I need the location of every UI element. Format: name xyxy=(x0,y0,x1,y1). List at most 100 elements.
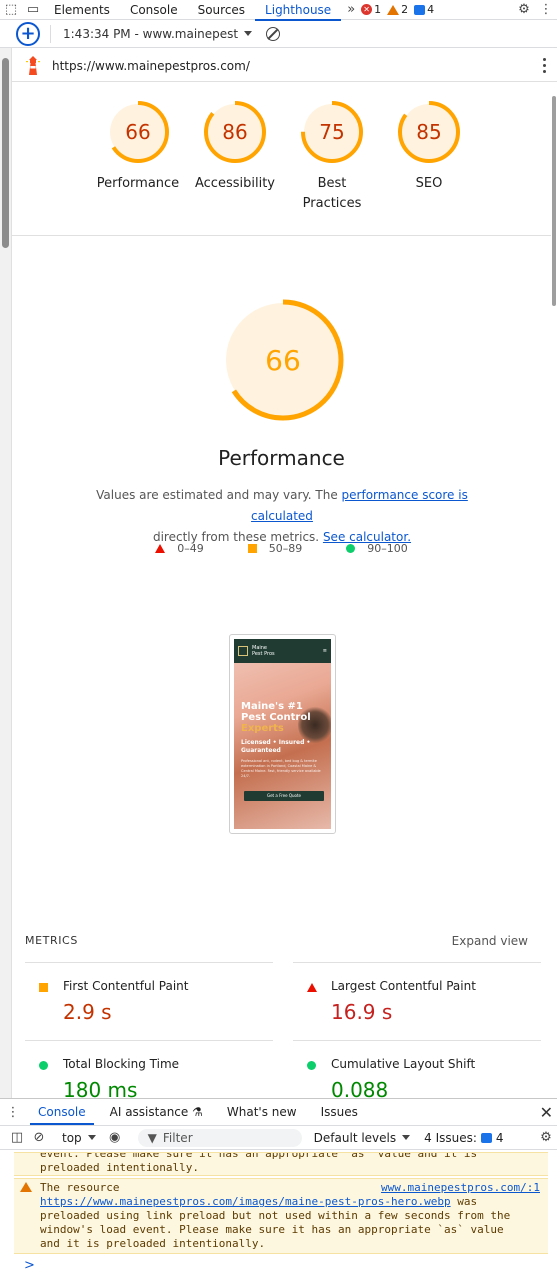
drawer-tabbar: ⋮ Console AI assistance ⚗ What's new Iss… xyxy=(0,1098,557,1126)
report-menu-icon[interactable] xyxy=(543,58,547,73)
big-performance-gauge: 66 xyxy=(222,299,344,421)
console-warning: The resource www.mainepestpros.com/:1 htt… xyxy=(14,1178,548,1254)
legend-fail: 0–49 xyxy=(155,542,204,555)
issues-counter[interactable]: 4 Issues: 4 xyxy=(424,1131,503,1145)
log-levels-select[interactable]: Default levels xyxy=(314,1131,411,1145)
new-report-button[interactable]: + xyxy=(16,21,40,46)
legend-label: 50–89 xyxy=(268,542,303,555)
settings-gear-icon[interactable]: ⚙ xyxy=(513,0,535,20)
error-icon: ✕ xyxy=(361,4,373,15)
warning-text: and it is preloaded intentionally. xyxy=(40,1237,266,1250)
report-select[interactable]: 1:43:34 PM - www.mainepest xyxy=(63,26,253,41)
drawer-tab-console[interactable]: Console xyxy=(26,1098,98,1126)
console-prompt[interactable]: > xyxy=(24,1258,35,1272)
main-scrollbar[interactable] xyxy=(551,82,557,1094)
gauge-value: 66 xyxy=(125,120,150,144)
gauge-label-line: Best xyxy=(317,176,347,191)
warning-text: The resource xyxy=(40,1181,120,1194)
context-select[interactable]: top xyxy=(62,1131,96,1145)
tab-lighthouse[interactable]: Lighthouse xyxy=(255,0,342,21)
devtools-tabbar: ⬚ ▭ Elements Console Sources Lighthouse … xyxy=(0,0,557,21)
gauge-best-practices[interactable]: 75 Best Practices xyxy=(282,100,382,214)
gauge-label: Performance xyxy=(96,176,180,191)
lighthouse-toolbar: + 1:43:34 PM - www.mainepest xyxy=(0,20,557,48)
sidebar-toggle-icon[interactable]: ◫ xyxy=(6,1128,28,1148)
metrics-header: METRICS Expand view xyxy=(25,934,541,948)
screenshot-heading: Maine's #1 Pest Control Experts xyxy=(241,701,321,734)
gauge-label: Accessibility xyxy=(195,176,275,191)
console-settings-gear-icon[interactable]: ⚙ xyxy=(535,1128,557,1148)
drawer-tab-issues[interactable]: Issues xyxy=(309,1098,370,1126)
drawer-menu-icon[interactable]: ⋮ xyxy=(0,1102,26,1122)
warning-resource-link[interactable]: https://www.mainepestpros.com/images/mai… xyxy=(40,1195,451,1208)
screenshot-subheading: Licensed • Insured • Guaranteed xyxy=(241,739,311,754)
flask-icon: ⚗ xyxy=(192,1105,203,1119)
info-count: 4 xyxy=(427,3,435,16)
inspect-element-icon[interactable]: ⬚ xyxy=(0,0,22,20)
tab-elements[interactable]: Elements xyxy=(44,0,120,20)
green-circle-icon xyxy=(307,1061,316,1070)
green-circle-icon xyxy=(346,544,356,553)
orange-square-icon xyxy=(247,544,257,553)
warning-text: window's load event. Please make sure it… xyxy=(40,1223,504,1236)
gauge-seo[interactable]: 85 SEO xyxy=(379,100,479,194)
device-toolbar-icon[interactable]: ▭ xyxy=(22,0,44,20)
console-warning-previous: event. Please make sure it has an approp… xyxy=(14,1152,548,1176)
legend-pass: 90–100 xyxy=(346,542,408,555)
more-tabs-icon[interactable]: » xyxy=(341,2,361,17)
warning-source-link[interactable]: www.mainepestpros.com/:1 xyxy=(381,1181,540,1195)
legend-label: 90–100 xyxy=(367,542,408,555)
error-count-badge[interactable]: ✕ 1 xyxy=(361,3,381,16)
console-toolbar: ◫ ⊘ top ◉ ▼ Filter Default levels 4 Issu… xyxy=(0,1126,557,1150)
info-count-badge[interactable]: 4 xyxy=(414,3,434,16)
chevron-down-icon xyxy=(402,1135,411,1140)
warning-message: event. Please make sure it has an approp… xyxy=(14,1153,548,1175)
metric-value: 16.9 s xyxy=(331,1000,393,1024)
gauge-value: 86 xyxy=(222,120,247,144)
chevron-down-icon xyxy=(244,31,253,36)
lighthouse-logo-icon xyxy=(24,55,42,76)
left-scroll-rail[interactable] xyxy=(0,48,12,1098)
toolbar-divider xyxy=(50,24,51,43)
clear-console-icon[interactable]: ⊘ xyxy=(28,1128,50,1148)
report-url[interactable]: https://www.mainepestpros.com/ xyxy=(52,59,250,73)
warning-count-badge[interactable]: 2 xyxy=(387,3,408,16)
final-screenshot[interactable]: Maine Pest Pros ≡ Maine's #1 Pest Control… xyxy=(229,634,336,834)
clear-reports-icon[interactable] xyxy=(266,26,281,41)
report-select-label: 1:43:34 PM - www.mainepest xyxy=(63,26,239,41)
hamburger-icon: ≡ xyxy=(322,648,327,654)
warning-count: 2 xyxy=(401,3,409,16)
tab-label: AI assistance xyxy=(109,1105,189,1119)
legend-average: 50–89 xyxy=(247,542,303,555)
screenshot-header: Maine Pest Pros ≡ xyxy=(234,639,331,663)
drawer-tab-whats-new[interactable]: What's new xyxy=(215,1098,309,1126)
metric-label: Cumulative Layout Shift xyxy=(331,1057,476,1071)
main-scrollbar-thumb[interactable] xyxy=(552,96,556,306)
gauge-value: 85 xyxy=(416,120,441,144)
heading-line: Experts xyxy=(241,723,284,734)
expand-view-toggle[interactable]: Expand view xyxy=(452,934,528,948)
gauge-label-line: Practices xyxy=(302,196,362,211)
drawer-tab-ai-assistance[interactable]: AI assistance ⚗ xyxy=(98,1098,215,1126)
tab-sources[interactable]: Sources xyxy=(188,0,255,20)
report-url-bar: https://www.mainepestpros.com/ xyxy=(12,50,557,82)
tab-console[interactable]: Console xyxy=(120,0,188,20)
gauge-accessibility[interactable]: 86 Accessibility xyxy=(185,100,285,194)
more-options-icon[interactable]: ⋮ xyxy=(535,0,557,20)
red-triangle-icon xyxy=(307,983,317,992)
left-scrollbar-thumb[interactable] xyxy=(2,58,9,248)
score-gauges: 66 Performance 86 Accessibility 75 Best P… xyxy=(12,82,551,236)
performance-description: Values are estimated and may vary. The p… xyxy=(82,485,482,548)
issues-count: 4 xyxy=(495,1130,504,1145)
screenshot-brand: Maine Pest Pros xyxy=(252,645,275,657)
orange-square-icon xyxy=(39,983,48,992)
live-expression-eye-icon[interactable]: ◉ xyxy=(104,1128,126,1148)
metric-label: First Contentful Paint xyxy=(63,979,189,993)
issues-label: 4 Issues: xyxy=(424,1130,477,1145)
gauge-performance[interactable]: 66 Performance xyxy=(88,100,188,194)
brand-line: Pest Pros xyxy=(252,651,275,657)
console-filter-input[interactable]: ▼ Filter xyxy=(137,1128,302,1147)
metrics-title: METRICS xyxy=(25,934,78,947)
close-drawer-icon[interactable]: ✕ xyxy=(540,1103,553,1122)
desc-text: Values are estimated and may vary. The xyxy=(96,488,342,502)
